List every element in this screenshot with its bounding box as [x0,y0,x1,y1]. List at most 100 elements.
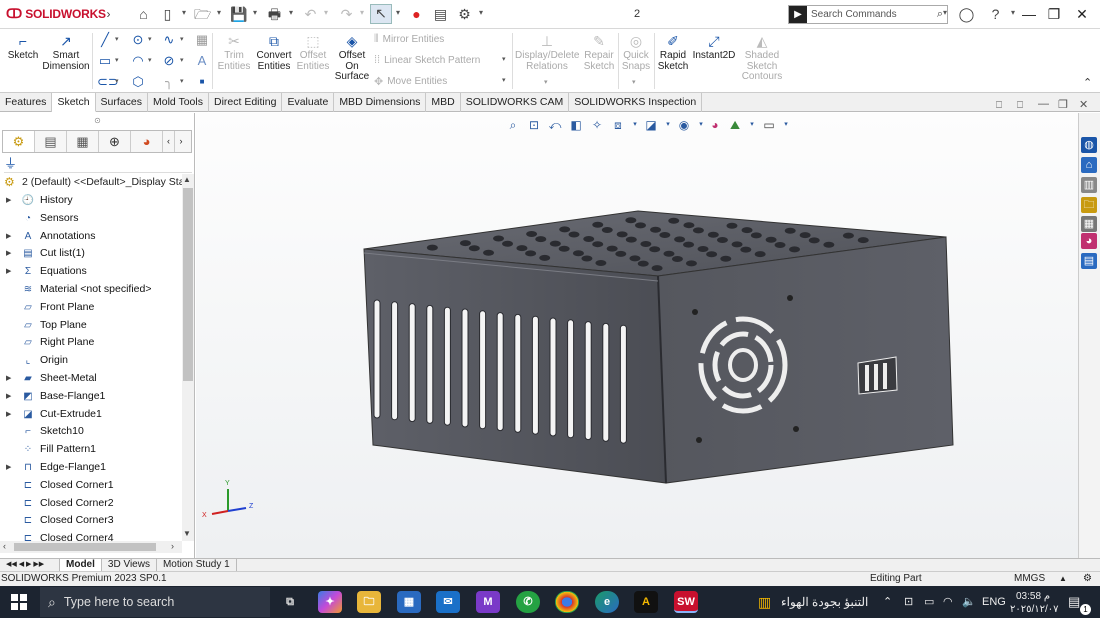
network-icon[interactable]: ◠ [943,594,953,610]
viewport-restore-icon[interactable]: ❐ [1058,98,1068,111]
new-document-icon[interactable]: ▯ [159,6,176,22]
trim-entities-button[interactable]: ✂ Trim Entities [214,33,254,72]
help-icon[interactable]: ? [987,6,1004,22]
shaded-sketch-contours-button[interactable]: ◭ Shaded Sketch Contours [738,33,786,83]
view-orientation-icon[interactable]: ⧈ [610,117,626,133]
fillet-icon[interactable]: ╮ [161,74,177,90]
tree-item[interactable]: ▶ ◩ Base-Flange1 [0,388,182,405]
scroll-right-icon[interactable]: › [171,541,174,551]
move-dropdown-icon[interactable]: ▾ [502,73,509,89]
property-manager-tab-icon[interactable]: ▤ [35,131,67,152]
feature-manager-tab-icon[interactable]: ⚙ [3,131,35,152]
collapse-ribbon-icon[interactable]: ⌃ [1083,76,1092,89]
bottom-tab-model[interactable]: Model [60,559,102,571]
tree-item[interactable]: ◔ Sensors [0,210,182,227]
tree-item[interactable]: ▱ Front Plane [0,299,182,316]
panel-splitter-icon[interactable]: ⊙ [0,113,195,128]
slot-dropdown-icon[interactable]: ▾ [115,74,122,90]
tab-mold-tools[interactable]: Mold Tools [148,93,209,112]
text-icon[interactable]: A [194,53,210,69]
tree-item[interactable]: ⊏ Closed Corner2 [0,495,182,512]
rapid-sketch-button[interactable]: ✐ Rapid Sketch [656,33,690,72]
home-pane-icon[interactable]: ⌂ [1081,157,1097,173]
tree-hscroll-thumb[interactable] [14,543,156,551]
windows-start-button[interactable] [11,594,27,610]
filter-icon[interactable]: ⏚ [4,155,192,173]
sketch-button[interactable]: ⌐ Sketch [4,33,42,62]
microsoft-store-icon[interactable]: ▦ [397,591,421,613]
outlook-icon[interactable]: ✉ [436,591,460,613]
minimize-window-button[interactable]: — [1017,4,1041,24]
tree-item[interactable]: ≋ Material <not specified> [0,281,182,298]
taskbar-search-box[interactable]: ⌕ Type here to search [40,587,270,617]
options-dropdown-icon[interactable]: ▾ [477,7,485,19]
search-input[interactable]: Search Commands [807,9,933,20]
configuration-manager-tab-icon[interactable]: ▦ [67,131,99,152]
bottom-tab-motion-study-1[interactable]: Motion Study 1 [157,559,237,571]
expand-arrow-icon[interactable]: ▶ [6,192,11,209]
offset-on-surface-button[interactable]: ◈ Offset On Surface [334,33,370,83]
file-explorer-icon[interactable]: 🗀 [1081,197,1097,213]
zoom-to-area-icon[interactable]: ⊡ [526,117,542,133]
save-dropdown-icon[interactable]: ▾ [251,7,259,19]
rectangle-icon[interactable]: ▭ [97,53,113,69]
offset-entities-button[interactable]: ⬚ Offset Entities [294,33,332,72]
open-dropdown-icon[interactable]: ▾ [215,7,223,19]
copilot-icon[interactable]: ✦ [318,591,342,613]
meet-now-icon[interactable]: ⊡ [904,594,913,610]
expand-arrow-icon[interactable]: ▶ [6,406,11,423]
tree-item[interactable]: ▶ ◪ Cut-Extrude1 [0,406,182,423]
tree-item[interactable]: ⌞ Origin [0,352,182,369]
home-icon[interactable]: ⌂ [135,6,152,22]
autocad-icon[interactable]: A [634,591,658,613]
circle-icon[interactable]: ⊙ [130,32,146,48]
display-manager-tab-icon[interactable]: ◕ [131,131,163,152]
view-orientation-dropdown-icon[interactable]: ▾ [627,117,643,133]
show-hidden-icons[interactable]: ⌃ [883,594,892,610]
view-settings-dropdown-icon[interactable]: ▾ [778,117,794,133]
clock-date[interactable]: ٢٠٢٥/١٢/٠٧ [1010,602,1059,618]
spline-dropdown-icon[interactable]: ▾ [180,32,187,48]
view-palette-icon[interactable]: ▦ [1081,216,1097,232]
tab-mbd-dimensions[interactable]: MBD Dimensions [334,93,427,112]
solidworks-resources-icon[interactable]: ◍ [1081,137,1097,153]
custom-properties-icon[interactable]: ▤ [1081,253,1097,269]
appearances-icon[interactable]: ◕ [1081,233,1097,249]
tab-mbd[interactable]: MBD [426,93,461,112]
display-style-icon[interactable]: ◪ [643,117,659,133]
options-gear-icon[interactable]: ⚙ [456,6,473,22]
task-view-icon[interactable]: ⧉ [278,591,302,613]
zoom-to-fit-icon[interactable]: ⌕ [505,117,521,133]
notification-icon[interactable]: ⚙ [1083,572,1092,586]
tree-scroll-thumb[interactable] [183,188,193,381]
expand-arrow-icon[interactable]: ▶ [6,370,11,387]
tree-item[interactable]: ▶ ▰ Sheet-Metal [0,370,182,387]
tree-item[interactable]: ⊏ Closed Corner1 [0,477,182,494]
flyout-arrow-icon[interactable]: › [100,6,117,22]
scroll-down-icon[interactable]: ▼ [183,529,191,538]
close-window-button[interactable]: ✕ [1070,4,1094,24]
taskbar-search-input[interactable]: Type here to search [64,595,174,609]
apply-scene-icon[interactable]: ⛰ [727,117,743,133]
save-icon[interactable]: 💾 [230,6,247,22]
pattern-dropdown-icon[interactable]: ▾ [502,52,509,68]
tree-item[interactable]: ▱ Right Plane [0,334,182,351]
file-explorer-app-icon[interactable]: 🗀 [357,591,381,613]
redo-icon[interactable]: ↷ [338,6,355,22]
redo-dropdown-icon[interactable]: ▾ [358,7,366,19]
tab-scroll-left-icon[interactable]: ‹ [163,131,175,152]
display-delete-relations-button[interactable]: ⊥ Display/Delete Relations [515,33,579,72]
file-properties-icon[interactable]: ▤ [432,6,449,22]
undo-icon[interactable]: ↶ [302,6,319,22]
microsoft-365-icon[interactable]: M [476,591,500,613]
slot-icon[interactable]: ⊂⊃ [97,74,119,90]
mirror-entities-button[interactable]: ⫴ Mirror Entities [374,33,444,46]
ellipse-dropdown-icon[interactable]: ▾ [180,53,187,69]
circle-dropdown-icon[interactable]: ▾ [148,32,155,48]
weather-text[interactable]: التنبؤ بجودة الهواء [781,594,868,610]
tree-item[interactable]: ▶ ▤ Cut list(1) [0,245,182,262]
dimxpert-tab-icon[interactable]: ⊕ [99,131,131,152]
previous-view-icon[interactable]: ⤺ [547,117,563,133]
volume-icon[interactable]: 🔈 [962,594,976,610]
print-dropdown-icon[interactable]: ▾ [287,7,295,19]
